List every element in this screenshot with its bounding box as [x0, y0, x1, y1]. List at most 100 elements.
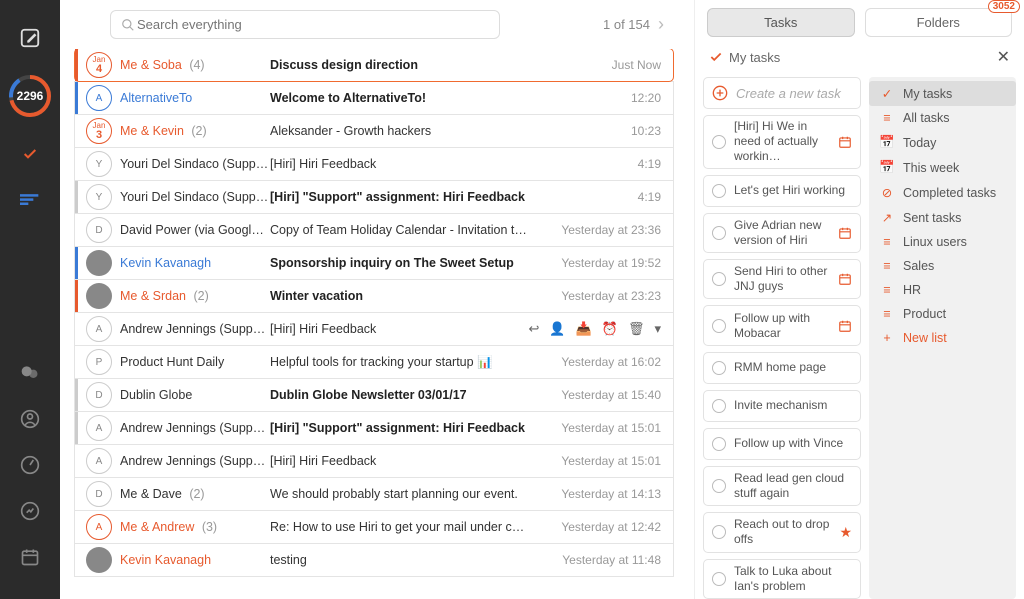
email-row[interactable]: YYouri Del Sindaco (Supp…[Hiri] "Support…: [74, 180, 674, 214]
list-icon: ≡: [879, 307, 895, 321]
due-icon: [838, 226, 852, 240]
sender: Me & Dave (2): [120, 487, 270, 501]
avatar: Y: [86, 151, 112, 177]
task-checkbox[interactable]: [712, 479, 726, 493]
task-checkbox[interactable]: [712, 135, 726, 149]
snooze-icon[interactable]: ⏰: [602, 321, 618, 337]
email-row[interactable]: AAndrew Jennings (Support)[Hiri] Hiri Fe…: [74, 444, 674, 478]
new-task-placeholder: Create a new task: [736, 86, 841, 101]
email-row[interactable]: DDavid Power (via Google …Copy of Team H…: [74, 213, 674, 247]
subject: Welcome to AlternativeTo!: [270, 91, 553, 105]
filter-item[interactable]: ⊘Completed tasks: [869, 180, 1016, 205]
task-card[interactable]: RMM home page: [703, 352, 861, 384]
delete-icon[interactable]: 🗑: [628, 321, 645, 337]
email-row[interactable]: DDublin GlobeDublin Globe Newsletter 03/…: [74, 378, 674, 412]
sender: Dublin Globe: [120, 388, 270, 402]
email-row[interactable]: DMe & Dave (2)We should probably start p…: [74, 477, 674, 511]
tab-tasks[interactable]: Tasks: [707, 8, 855, 37]
tab-folders[interactable]: Folders: [865, 8, 1013, 37]
filter-item[interactable]: ≡HR: [869, 278, 1016, 302]
reply-icon[interactable]: ↩: [528, 321, 539, 337]
task-card[interactable]: Invite mechanism: [703, 390, 861, 422]
task-card[interactable]: Talk to Luka about Ian's problem: [703, 559, 861, 599]
close-icon[interactable]: ✕: [997, 47, 1010, 67]
calendar-icon[interactable]: [14, 541, 46, 573]
score-widget[interactable]: 2296: [8, 74, 52, 118]
task-checkbox[interactable]: [712, 361, 726, 375]
ban-icon: ⊘: [879, 185, 895, 200]
time: Just Now: [553, 58, 673, 72]
task-checkbox[interactable]: [712, 437, 726, 451]
email-row[interactable]: AMe & Andrew (3)Re: How to use Hiri to g…: [74, 510, 674, 544]
email-row[interactable]: PProduct Hunt DailyHelpful tools for tra…: [74, 345, 674, 379]
stats-icon[interactable]: [14, 184, 46, 216]
filter-item[interactable]: 📅Today: [869, 130, 1016, 155]
task-checkbox[interactable]: [712, 399, 726, 413]
task-card[interactable]: Send Hiri to other JNJ guys: [703, 259, 861, 299]
search-input[interactable]: [135, 16, 489, 33]
new-task-input[interactable]: Create a new task: [703, 77, 861, 109]
email-row[interactable]: Kevin KavanaghtestingYesterday at 11:48: [74, 543, 674, 577]
star-icon[interactable]: ★: [839, 524, 852, 541]
more-icon[interactable]: ▾: [654, 321, 661, 337]
compose-icon[interactable]: [14, 22, 46, 54]
filter-label: New list: [903, 331, 947, 345]
task-text: Follow up with Mobacar: [734, 311, 830, 341]
filter-label: Product: [903, 307, 946, 321]
email-row[interactable]: AAlternativeToWelcome to AlternativeTo!1…: [74, 81, 674, 115]
filter-item[interactable]: ≡Sales: [869, 254, 1016, 278]
filter-item[interactable]: ≡Linux users: [869, 230, 1016, 254]
task-card[interactable]: Give Adrian new version of Hiri: [703, 213, 861, 253]
subject: Aleksander - Growth hackers: [270, 124, 553, 138]
task-card[interactable]: [Hiri] Hi We in need of actually workin…: [703, 115, 861, 169]
pager: 1 of 154 ›: [603, 14, 664, 35]
email-row[interactable]: YYouri Del Sindaco (Suppo…[Hiri] Hiri Fe…: [74, 147, 674, 181]
task-text: RMM home page: [734, 360, 852, 375]
task-card[interactable]: Follow up with Mobacar: [703, 305, 861, 345]
time: Yesterday at 19:52: [553, 256, 673, 270]
email-row[interactable]: Jan3Me & Kevin (2)Aleksander - Growth ha…: [74, 114, 674, 148]
chat-icon[interactable]: [14, 357, 46, 389]
sender: Product Hunt Daily: [120, 355, 270, 369]
pager-next-icon[interactable]: ›: [658, 14, 664, 35]
profile-icon[interactable]: [14, 403, 46, 435]
subject: Winter vacation: [270, 289, 553, 303]
email-row[interactable]: Me & Srdan (2)Winter vacationYesterday a…: [74, 279, 674, 313]
email-row[interactable]: Jan4Me & Soba (4)Discuss design directio…: [74, 49, 674, 82]
task-checkbox[interactable]: [712, 525, 726, 539]
task-card[interactable]: Reach out to drop offs★: [703, 512, 861, 552]
filter-label: Sent tasks: [903, 211, 961, 225]
task-text: Read lead gen cloud stuff again: [734, 471, 852, 501]
task-checkbox[interactable]: [712, 319, 726, 333]
priority-bar: [75, 280, 78, 312]
filter-item[interactable]: ✓My tasks: [869, 81, 1016, 106]
email-row[interactable]: Kevin KavanaghSponsorship inquiry on The…: [74, 246, 674, 280]
filter-item[interactable]: +New list: [869, 326, 1016, 350]
avatar: A: [86, 415, 112, 441]
task-checkbox[interactable]: [712, 184, 726, 198]
todo-icon[interactable]: [14, 138, 46, 170]
task-checkbox[interactable]: [712, 572, 726, 586]
toolbar: 1 of 154 ›: [60, 0, 694, 49]
task-text: Give Adrian new version of Hiri: [734, 218, 830, 248]
search-box[interactable]: [110, 10, 500, 39]
task-card[interactable]: Read lead gen cloud stuff again: [703, 466, 861, 506]
search-icon: [121, 18, 135, 32]
sender: Andrew Jennings (Suppo…: [120, 421, 270, 435]
filter-item[interactable]: ≡All tasks: [869, 106, 1016, 130]
task-card[interactable]: Follow up with Vince: [703, 428, 861, 460]
email-row[interactable]: AAndrew Jennings (Suppo…[Hiri] "Support"…: [74, 411, 674, 445]
task-card[interactable]: Let's get Hiri working: [703, 175, 861, 207]
task-checkbox[interactable]: [712, 226, 726, 240]
filter-item[interactable]: ↗Sent tasks: [869, 205, 1016, 230]
task-checkbox[interactable]: [712, 272, 726, 286]
assign-icon[interactable]: 👤: [549, 321, 565, 337]
dashboard-icon[interactable]: [14, 449, 46, 481]
priority-bar: [75, 181, 78, 213]
settings-icon[interactable]: [14, 495, 46, 527]
filter-item[interactable]: 📅This week: [869, 155, 1016, 180]
archive-icon[interactable]: 📥: [576, 321, 592, 337]
filter-item[interactable]: ≡ Product: [869, 302, 1016, 326]
priority-bar: [75, 478, 78, 510]
email-row[interactable]: AAndrew Jennings (Support)[Hiri] Hiri Fe…: [74, 312, 674, 346]
